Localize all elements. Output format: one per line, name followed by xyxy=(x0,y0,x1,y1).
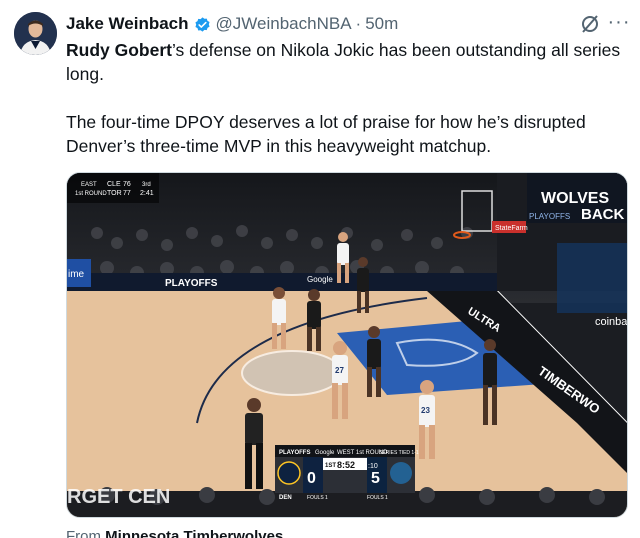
scorebug-period: 1ST xyxy=(325,463,336,469)
tweet-header: Jake Weinbach @JWeinbachNBA · 50m xyxy=(66,13,398,35)
statefarm-text: StateFarm xyxy=(495,225,528,232)
scorebug-header-playoffs: PLAYOFFS xyxy=(279,450,310,456)
scorebug-clock: 8:52 xyxy=(337,460,355,470)
banner-playoffs-text: PLAYOFFS xyxy=(165,278,218,289)
jersey-23-text: 23 xyxy=(421,406,430,415)
corner-label-2: 1st ROUND xyxy=(75,191,107,197)
source-account-link[interactable]: Minnesota Timberwolves xyxy=(105,528,283,538)
separator-dot: · xyxy=(355,14,362,33)
corner-quarter: 3rd xyxy=(142,182,151,188)
overlay-playoffs-text: PLAYOFFS xyxy=(529,212,570,221)
scorebug-header-series: SERIES TIED 1-1 xyxy=(379,450,419,456)
avatar[interactable] xyxy=(14,12,57,55)
corner-team-b: TOR xyxy=(107,190,122,197)
left-board-text: ime xyxy=(68,269,85,280)
scorebug-away-fouls: FOULS 1 xyxy=(367,495,388,501)
corner-team-a: CLE xyxy=(107,181,121,188)
jersey-27-text: 27 xyxy=(335,366,344,375)
avatar-image xyxy=(14,12,57,55)
verified-badge-icon xyxy=(193,15,212,34)
video-player[interactable]: PLAYOFFS Google ime ULTRA TIMBERWO coinb… xyxy=(66,172,628,518)
banner-google-text: Google xyxy=(307,275,333,284)
scorebug: PLAYOFFS Google WEST 1st ROUND SERIES TI… xyxy=(275,445,419,501)
tweet-text: Rudy Gobert’s defense on Nikola Jokic ha… xyxy=(66,38,626,158)
corner-score-b: 77 xyxy=(123,190,131,197)
tweet-paragraph-1: Rudy Gobert’s defense on Nikola Jokic ha… xyxy=(66,38,626,86)
author-name[interactable]: Jake Weinbach xyxy=(66,14,189,34)
mention-rudy-gobert: Rudy Gobert xyxy=(66,40,172,60)
coinbase-text: coinba xyxy=(595,316,627,328)
corner-score-a: 76 xyxy=(123,181,131,188)
grok-icon[interactable] xyxy=(578,12,602,36)
source-attribution: From Minnesota Timberwolves xyxy=(66,528,283,538)
timestamp[interactable]: 50m xyxy=(365,14,398,34)
more-options-icon[interactable]: ··· xyxy=(606,12,632,36)
overlay-wolves-text: WOLVES xyxy=(541,190,609,207)
overlay-back-text: BACK xyxy=(581,206,624,223)
corner-label-1: EAST xyxy=(81,182,97,188)
source-prefix: From xyxy=(66,528,101,538)
target-center-text: RGET CEN xyxy=(67,486,170,508)
scorebug-home-fouls: FOULS 1 xyxy=(307,495,328,501)
video-frame: PLAYOFFS Google ime ULTRA TIMBERWO coinb… xyxy=(67,173,627,517)
scorebug-header-google: Google xyxy=(315,450,335,456)
scorebug-home-score: 0 xyxy=(307,470,316,487)
tweet-paragraph-2: The four-time DPOY deserves a lot of pra… xyxy=(66,112,586,156)
corner-clock: 2:41 xyxy=(140,190,154,197)
author-handle[interactable]: @JWeinbachNBA xyxy=(216,14,352,34)
scorebug-home-abbr: DEN xyxy=(279,495,292,501)
scorebug-away-score: 5 xyxy=(371,470,380,487)
scorebug-shot-clock: :10 xyxy=(368,463,378,470)
